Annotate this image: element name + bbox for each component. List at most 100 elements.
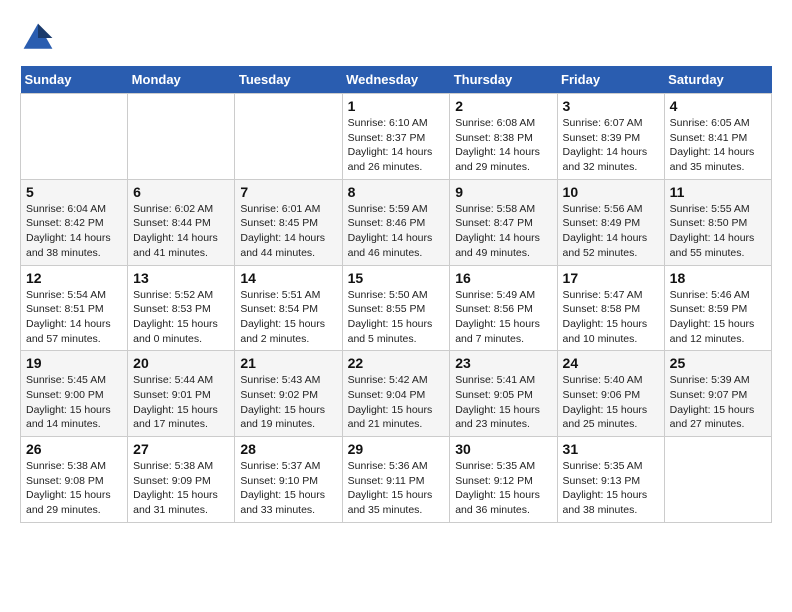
calendar-cell: 25 Sunrise: 5:39 AMSunset: 9:07 PMDayligh…	[664, 351, 771, 437]
day-number: 21	[240, 355, 336, 371]
day-info: Sunrise: 6:10 AMSunset: 8:37 PMDaylight:…	[348, 116, 445, 175]
day-number: 15	[348, 270, 445, 286]
header-sunday: Sunday	[21, 66, 128, 94]
day-info: Sunrise: 5:52 AMSunset: 8:53 PMDaylight:…	[133, 288, 229, 347]
calendar-cell: 3 Sunrise: 6:07 AMSunset: 8:39 PMDaylight…	[557, 94, 664, 180]
calendar-cell: 15 Sunrise: 5:50 AMSunset: 8:55 PMDayligh…	[342, 265, 450, 351]
day-info: Sunrise: 5:56 AMSunset: 8:49 PMDaylight:…	[563, 202, 659, 261]
day-info: Sunrise: 5:36 AMSunset: 9:11 PMDaylight:…	[348, 459, 445, 518]
calendar-cell: 16 Sunrise: 5:49 AMSunset: 8:56 PMDayligh…	[450, 265, 557, 351]
calendar-cell: 7 Sunrise: 6:01 AMSunset: 8:45 PMDaylight…	[235, 179, 342, 265]
calendar-cell	[664, 437, 771, 523]
day-number: 1	[348, 98, 445, 114]
calendar-cell: 26Sunrise: 5:38 AMSunset: 9:08 PMDayligh…	[21, 437, 128, 523]
day-number: 16	[455, 270, 551, 286]
logo-icon	[20, 20, 56, 56]
day-info: Sunrise: 5:46 AMSunset: 8:59 PMDaylight:…	[670, 288, 766, 347]
calendar-header-row: SundayMondayTuesdayWednesdayThursdayFrid…	[21, 66, 772, 94]
day-number: 5	[26, 184, 122, 200]
day-info: Sunrise: 5:42 AMSunset: 9:04 PMDaylight:…	[348, 373, 445, 432]
calendar-cell: 2 Sunrise: 6:08 AMSunset: 8:38 PMDaylight…	[450, 94, 557, 180]
calendar-cell: 10 Sunrise: 5:56 AMSunset: 8:49 PMDayligh…	[557, 179, 664, 265]
header-monday: Monday	[128, 66, 235, 94]
day-number: 30	[455, 441, 551, 457]
calendar-cell: 20 Sunrise: 5:44 AMSunset: 9:01 PMDayligh…	[128, 351, 235, 437]
day-number: 31	[563, 441, 659, 457]
day-number: 8	[348, 184, 445, 200]
calendar-cell	[128, 94, 235, 180]
day-info: Sunrise: 6:05 AMSunset: 8:41 PMDaylight:…	[670, 116, 766, 175]
day-number: 19	[26, 355, 122, 371]
calendar-cell: 8 Sunrise: 5:59 AMSunset: 8:46 PMDaylight…	[342, 179, 450, 265]
week-row-4: 19Sunrise: 5:45 AMSunset: 9:00 PMDayligh…	[21, 351, 772, 437]
day-info: Sunrise: 5:35 AMSunset: 9:13 PMDaylight:…	[563, 459, 659, 518]
day-number: 4	[670, 98, 766, 114]
day-number: 3	[563, 98, 659, 114]
calendar-cell: 24 Sunrise: 5:40 AMSunset: 9:06 PMDayligh…	[557, 351, 664, 437]
week-row-1: 1 Sunrise: 6:10 AMSunset: 8:37 PMDaylight…	[21, 94, 772, 180]
calendar-cell: 9 Sunrise: 5:58 AMSunset: 8:47 PMDaylight…	[450, 179, 557, 265]
day-info: Sunrise: 5:58 AMSunset: 8:47 PMDaylight:…	[455, 202, 551, 261]
day-number: 13	[133, 270, 229, 286]
day-info: Sunrise: 5:40 AMSunset: 9:06 PMDaylight:…	[563, 373, 659, 432]
day-number: 22	[348, 355, 445, 371]
day-info: Sunrise: 5:50 AMSunset: 8:55 PMDaylight:…	[348, 288, 445, 347]
calendar-cell: 1 Sunrise: 6:10 AMSunset: 8:37 PMDaylight…	[342, 94, 450, 180]
day-number: 24	[563, 355, 659, 371]
day-number: 23	[455, 355, 551, 371]
day-number: 14	[240, 270, 336, 286]
day-number: 12	[26, 270, 122, 286]
day-number: 2	[455, 98, 551, 114]
day-info: Sunrise: 6:02 AMSunset: 8:44 PMDaylight:…	[133, 202, 229, 261]
calendar-cell: 22 Sunrise: 5:42 AMSunset: 9:04 PMDayligh…	[342, 351, 450, 437]
day-number: 10	[563, 184, 659, 200]
logo	[20, 20, 60, 56]
calendar-table: SundayMondayTuesdayWednesdayThursdayFrid…	[20, 66, 772, 523]
day-info: Sunrise: 6:07 AMSunset: 8:39 PMDaylight:…	[563, 116, 659, 175]
calendar-cell: 27 Sunrise: 5:38 AMSunset: 9:09 PMDayligh…	[128, 437, 235, 523]
day-number: 18	[670, 270, 766, 286]
calendar-cell: 18 Sunrise: 5:46 AMSunset: 8:59 PMDayligh…	[664, 265, 771, 351]
day-info: Sunrise: 5:54 AMSunset: 8:51 PMDaylight:…	[26, 288, 122, 347]
day-info: Sunrise: 6:04 AMSunset: 8:42 PMDaylight:…	[26, 202, 122, 261]
day-info: Sunrise: 5:49 AMSunset: 8:56 PMDaylight:…	[455, 288, 551, 347]
day-info: Sunrise: 5:55 AMSunset: 8:50 PMDaylight:…	[670, 202, 766, 261]
calendar-cell: 31 Sunrise: 5:35 AMSunset: 9:13 PMDayligh…	[557, 437, 664, 523]
day-number: 6	[133, 184, 229, 200]
day-info: Sunrise: 5:38 AMSunset: 9:09 PMDaylight:…	[133, 459, 229, 518]
day-info: Sunrise: 5:47 AMSunset: 8:58 PMDaylight:…	[563, 288, 659, 347]
day-number: 27	[133, 441, 229, 457]
calendar-cell: 12 Sunrise: 5:54 AMSunset: 8:51 PMDayligh…	[21, 265, 128, 351]
calendar-cell: 11 Sunrise: 5:55 AMSunset: 8:50 PMDayligh…	[664, 179, 771, 265]
day-number: 29	[348, 441, 445, 457]
header-wednesday: Wednesday	[342, 66, 450, 94]
calendar-cell	[21, 94, 128, 180]
day-number: 20	[133, 355, 229, 371]
calendar-cell: 5 Sunrise: 6:04 AMSunset: 8:42 PMDaylight…	[21, 179, 128, 265]
calendar-cell: 6 Sunrise: 6:02 AMSunset: 8:44 PMDaylight…	[128, 179, 235, 265]
day-number: 28	[240, 441, 336, 457]
day-number: 11	[670, 184, 766, 200]
week-row-3: 12 Sunrise: 5:54 AMSunset: 8:51 PMDayligh…	[21, 265, 772, 351]
day-number: 9	[455, 184, 551, 200]
day-info: Sunrise: 6:01 AMSunset: 8:45 PMDaylight:…	[240, 202, 336, 261]
header-friday: Friday	[557, 66, 664, 94]
day-info: Sunrise: 6:08 AMSunset: 8:38 PMDaylight:…	[455, 116, 551, 175]
day-info: Sunrise: 5:59 AMSunset: 8:46 PMDaylight:…	[348, 202, 445, 261]
day-info: Sunrise: 5:51 AMSunset: 8:54 PMDaylight:…	[240, 288, 336, 347]
day-info: Sunrise: 5:44 AMSunset: 9:01 PMDaylight:…	[133, 373, 229, 432]
day-info: Sunrise: 5:39 AMSunset: 9:07 PMDaylight:…	[670, 373, 766, 432]
day-info: Sunrise: 5:35 AMSunset: 9:12 PMDaylight:…	[455, 459, 551, 518]
calendar-cell: 23Sunrise: 5:41 AMSunset: 9:05 PMDayligh…	[450, 351, 557, 437]
day-number: 7	[240, 184, 336, 200]
calendar-cell: 14 Sunrise: 5:51 AMSunset: 8:54 PMDayligh…	[235, 265, 342, 351]
calendar-cell: 30 Sunrise: 5:35 AMSunset: 9:12 PMDayligh…	[450, 437, 557, 523]
calendar-cell: 13 Sunrise: 5:52 AMSunset: 8:53 PMDayligh…	[128, 265, 235, 351]
calendar-cell	[235, 94, 342, 180]
day-number: 25	[670, 355, 766, 371]
week-row-2: 5 Sunrise: 6:04 AMSunset: 8:42 PMDaylight…	[21, 179, 772, 265]
header-tuesday: Tuesday	[235, 66, 342, 94]
calendar-cell: 28Sunrise: 5:37 AMSunset: 9:10 PMDayligh…	[235, 437, 342, 523]
calendar-cell: 29 Sunrise: 5:36 AMSunset: 9:11 PMDayligh…	[342, 437, 450, 523]
week-row-5: 26Sunrise: 5:38 AMSunset: 9:08 PMDayligh…	[21, 437, 772, 523]
